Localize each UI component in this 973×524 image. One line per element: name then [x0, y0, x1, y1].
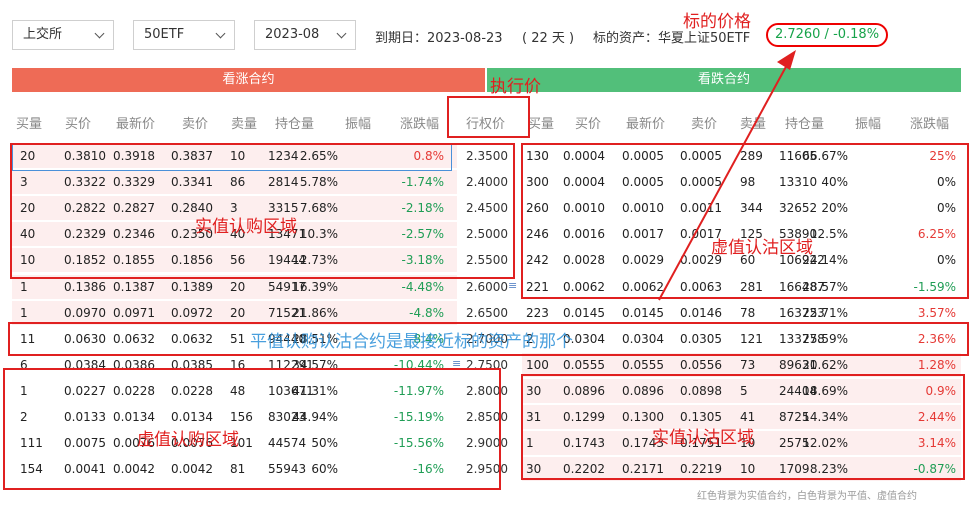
legend-footnote: 红色背景为实值合约，白色背景为平值、虚值合约 — [697, 491, 917, 502]
annotation-arrow — [658, 50, 796, 301]
